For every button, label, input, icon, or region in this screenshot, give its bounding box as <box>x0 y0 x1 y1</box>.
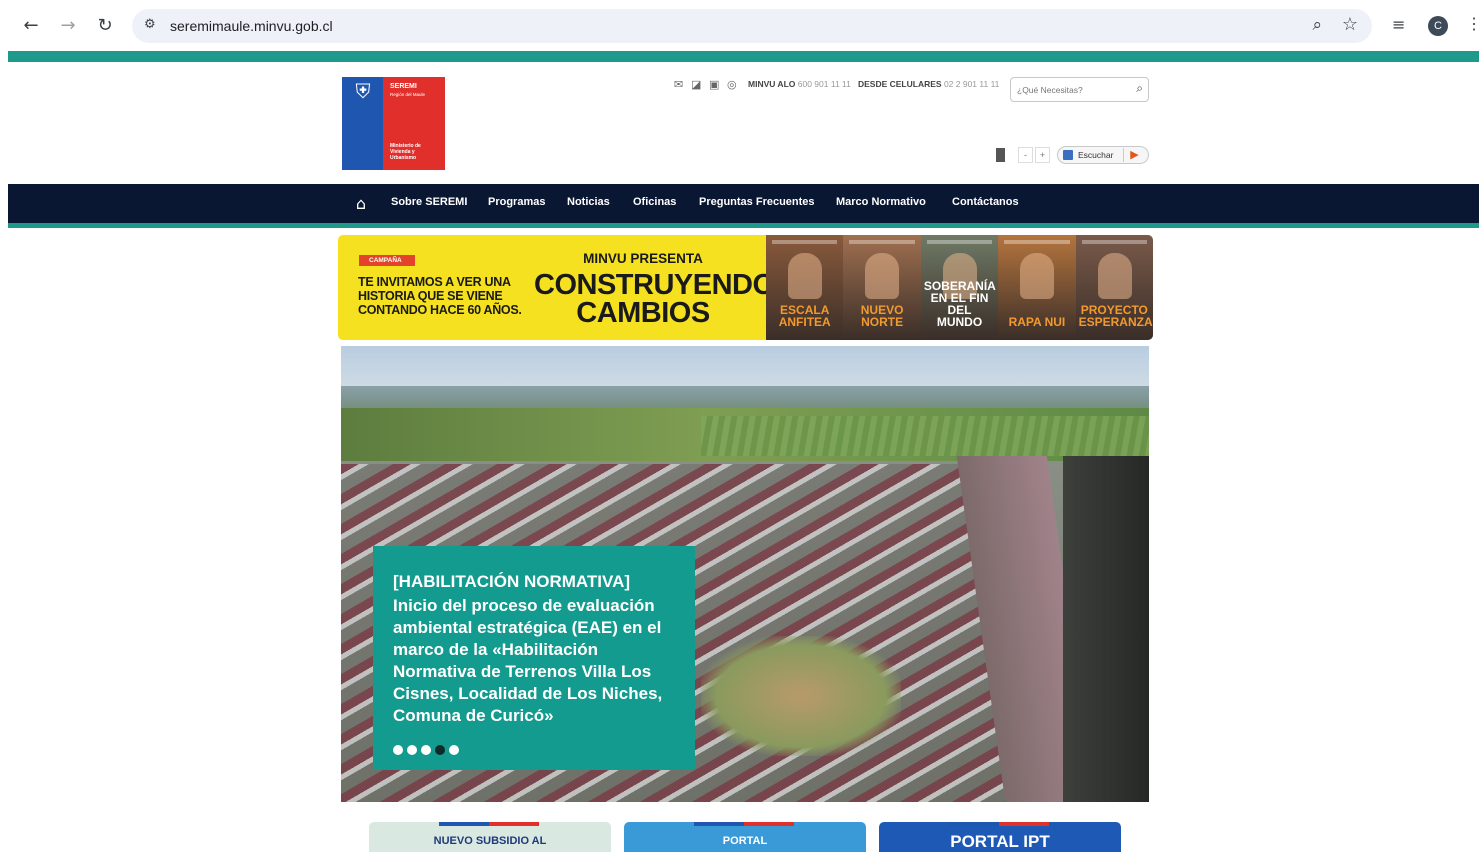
listen-label: Escuchar <box>1078 150 1114 160</box>
seremi-logo[interactable]: ⛨ SEREMI Región del Maule Ministerio de … <box>342 77 445 170</box>
twitter-icon[interactable]: ◪ <box>691 78 701 91</box>
search-input[interactable] <box>1017 83 1127 97</box>
logo-region: Región del Maule <box>390 92 426 97</box>
profile-avatar[interactable]: C <box>1428 16 1448 36</box>
listen-button[interactable]: Escuchar ▶ <box>1057 146 1149 164</box>
facebook-icon[interactable]: ▣ <box>709 78 719 91</box>
bottom-card-subsidio[interactable]: NUEVO SUBSIDIO AL <box>369 822 611 852</box>
url-text[interactable]: seremimaule.minvu.gob.cl <box>170 18 333 34</box>
browser-toolbar: ← → ↻ ⚙ seremimaule.minvu.gob.cl ⌕ ☆ ≡ C… <box>0 0 1479 52</box>
bottom-card-portal-ipt[interactable]: PORTAL IPT <box>879 822 1121 852</box>
nav-programas[interactable]: Programas <box>488 196 545 208</box>
back-icon[interactable]: ← <box>19 14 43 38</box>
speaker-icon <box>1063 150 1073 160</box>
font-increase-button[interactable]: + <box>1035 147 1050 163</box>
font-decrease-button[interactable]: - <box>1018 147 1033 163</box>
nav-marco-normativo[interactable]: Marco Normativo <box>836 196 926 208</box>
campaign-panel[interactable]: NUEVO NORTE <box>843 235 921 340</box>
campaign-banner[interactable]: CAMPAÑA TE INVITAMOS A VER UNA HISTORIA … <box>338 235 1153 340</box>
campaign-title-line2: CAMBIOS <box>576 297 710 329</box>
slider-dot[interactable] <box>407 745 417 755</box>
hero-tag: [HABILITACIÓN NORMATIVA] <box>393 572 631 591</box>
zoom-icon[interactable]: ⌕ <box>1312 15 1322 35</box>
instagram-icon[interactable]: ◎ <box>727 78 737 91</box>
campaign-panel[interactable]: ESCALA ANFITEA <box>766 235 844 340</box>
reload-icon[interactable]: ↻ <box>93 14 117 38</box>
campaign-badge: CAMPAÑA <box>359 255 415 266</box>
address-bar[interactable]: ⚙ seremimaule.minvu.gob.cl ⌕ ☆ <box>132 9 1372 43</box>
campaign-invite: TE INVITAMOS A VER UNA HISTORIA QUE SE V… <box>358 275 522 317</box>
nav-contactanos[interactable]: Contáctanos <box>952 196 1019 208</box>
logo-ministry: Ministerio de Vivienda y Urbanismo <box>390 143 421 161</box>
campaign-panel[interactable]: SOBERANÍA EN EL FIN DEL MUNDO <box>920 235 999 340</box>
contrast-toggle[interactable] <box>996 148 1005 162</box>
slider-dot[interactable] <box>435 745 445 755</box>
forward-icon[interactable]: → <box>56 14 80 38</box>
slider-dot[interactable] <box>421 745 431 755</box>
slider-dot[interactable] <box>449 745 459 755</box>
nav-accent-bar <box>8 223 1479 228</box>
hero-caption-card[interactable]: [HABILITACIÓN NORMATIVA] Inicio del proc… <box>373 546 695 770</box>
browser-menu-icon[interactable]: ⋮ <box>1466 14 1479 34</box>
phone-info: MINVU ALO 600 901 11 11 DESDE CELULARES … <box>748 79 1000 89</box>
search-icon[interactable]: ⌕ <box>1136 81 1143 96</box>
nav-preguntas-frecuentes[interactable]: Preguntas Frecuentes <box>699 196 815 208</box>
campaign-panels: ESCALA ANFITEA NUEVO NORTE SOBERANÍA EN … <box>766 235 1153 340</box>
hero-headline[interactable]: Inicio del proceso de evaluación ambient… <box>393 595 683 727</box>
home-icon[interactable]: ⌂ <box>341 184 381 223</box>
play-icon[interactable]: ▶ <box>1123 148 1145 162</box>
nav-sobre-seremi[interactable]: Sobre SEREMI <box>391 196 467 208</box>
site-search[interactable]: ⌕ <box>1010 77 1149 102</box>
reading-list-icon[interactable]: ≡ <box>1392 15 1405 34</box>
mail-icon[interactable]: ✉ <box>674 78 683 91</box>
bookmark-star-icon[interactable]: ☆ <box>1342 14 1358 35</box>
logo-title: SEREMI <box>390 83 417 90</box>
campaign-panel[interactable]: RAPA NUI <box>998 235 1076 340</box>
slider-dots <box>393 745 459 755</box>
bottom-card-portal[interactable]: PORTAL <box>624 822 866 852</box>
nav-oficinas[interactable]: Oficinas <box>633 196 676 208</box>
campaign-panel[interactable]: PROYECTO ESPERANZA <box>1075 235 1153 340</box>
campaign-pretitle: MINVU PRESENTA <box>583 251 703 266</box>
site-info-icon[interactable]: ⚙ <box>144 17 156 32</box>
top-accent-bar <box>8 51 1479 62</box>
nav-noticias[interactable]: Noticias <box>567 196 610 208</box>
slider-dot[interactable] <box>393 745 403 755</box>
coat-of-arms-icon: ⛨ <box>355 81 371 103</box>
